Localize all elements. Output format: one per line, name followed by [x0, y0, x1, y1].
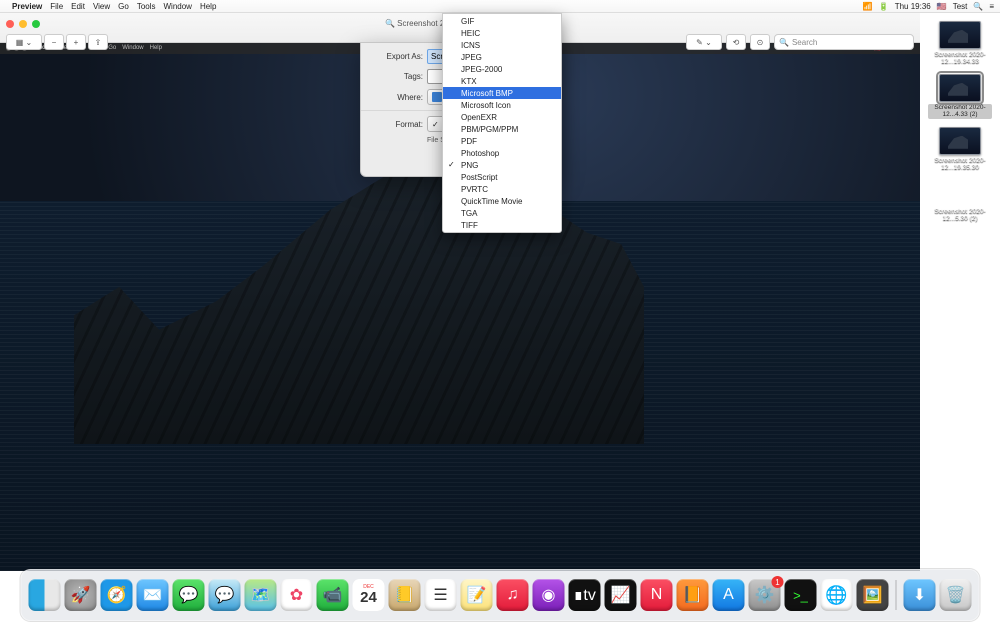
format-option[interactable]: KTX	[443, 75, 561, 87]
menu-view[interactable]: View	[93, 2, 110, 11]
format-option[interactable]: PDF	[443, 135, 561, 147]
format-option[interactable]: ✓PNG	[443, 159, 561, 171]
desktop-icons: Screenshot 2020-12...19.34.33 Screenshot…	[920, 13, 1000, 571]
search-icon: 🔍	[779, 38, 789, 47]
dock-launchpad[interactable]: 🚀	[65, 579, 97, 611]
format-option[interactable]: GIF	[443, 15, 561, 27]
dock-notes[interactable]: 📝	[461, 579, 493, 611]
format-option[interactable]: TGA	[443, 207, 561, 219]
format-label: Format:	[369, 120, 423, 129]
wifi-icon[interactable]: 📶	[863, 2, 873, 11]
battery-icon[interactable]: 🔋	[879, 2, 889, 11]
dock-downloads[interactable]: ⬇︎	[904, 579, 936, 611]
dock-trash[interactable]: 🗑️	[940, 579, 972, 611]
dock-contacts[interactable]: 📒	[389, 579, 421, 611]
toolbar-left: ▦ ⌄ − + ⇪	[6, 34, 108, 50]
dock-music[interactable]: ♫	[497, 579, 529, 611]
desktop-file[interactable]: Screenshot 2020-12...5.30 (2)	[928, 180, 992, 223]
format-option[interactable]: Photoshop	[443, 147, 561, 159]
format-option[interactable]: QuickTime Movie	[443, 195, 561, 207]
rotate-button[interactable]: ⟲	[726, 34, 746, 50]
format-option[interactable]: JPEG-2000	[443, 63, 561, 75]
zoom-out-button[interactable]: −	[44, 34, 64, 50]
preview-thumb-icon	[939, 21, 981, 49]
format-option[interactable]: Microsoft Icon	[443, 99, 561, 111]
toolbar-right: ✎ ⌄ ⟲ ⊙ 🔍 Search	[686, 34, 914, 50]
format-option[interactable]: PostScript	[443, 171, 561, 183]
menu-file[interactable]: File	[50, 2, 63, 11]
format-option[interactable]: HEIC	[443, 27, 561, 39]
dock-facetime[interactable]: 📹	[317, 579, 349, 611]
menubar: Preview File Edit View Go Tools Window H…	[0, 0, 1000, 13]
dock-tv[interactable]: ∎tv	[569, 579, 601, 611]
dock-image[interactable]: 🖼️	[857, 579, 889, 611]
dock-separator	[896, 580, 897, 610]
edit-button[interactable]: ⊙	[750, 34, 770, 50]
control-center-icon[interactable]: ≡	[989, 2, 994, 11]
format-option[interactable]: TIFF	[443, 219, 561, 231]
preview-thumb-icon	[939, 74, 981, 102]
share-button[interactable]: ⇪	[88, 34, 108, 50]
dock-books[interactable]: 📙	[677, 579, 709, 611]
clock[interactable]: Thu 19:36	[895, 2, 931, 11]
dock-podcasts[interactable]: ◉	[533, 579, 565, 611]
dock-finder[interactable]	[29, 579, 61, 611]
format-option[interactable]: PBM/PGM/PPM	[443, 123, 561, 135]
dock-imessage[interactable]: 💬	[209, 579, 241, 611]
tags-label: Tags:	[369, 72, 423, 81]
dock-safari[interactable]: 🧭	[101, 579, 133, 611]
format-option[interactable]: OpenEXR	[443, 111, 561, 123]
dock-mail[interactable]: ✉️	[137, 579, 169, 611]
where-label: Where:	[369, 93, 423, 102]
dock-messages[interactable]: 💬	[173, 579, 205, 611]
menu-window[interactable]: Window	[164, 2, 192, 11]
desktop-file[interactable]: Screenshot 2020-12...19.35.30	[928, 127, 992, 172]
format-option[interactable]: JPEG	[443, 51, 561, 63]
app-name[interactable]: Preview	[12, 2, 42, 11]
dock-appstore[interactable]: A	[713, 579, 745, 611]
dock: 🚀 🧭 ✉️ 💬 💬 🗺️ ✿ 📹 DEC24 📒 ☰ 📝 ♫ ◉ ∎tv 📈 …	[21, 569, 980, 621]
dock-news[interactable]: N	[641, 579, 673, 611]
preview-thumb-icon	[939, 127, 981, 155]
badge-icon: 1	[772, 576, 784, 588]
dock-stocks[interactable]: 📈	[605, 579, 637, 611]
spotlight-icon[interactable]: 🔍	[973, 2, 983, 11]
format-option[interactable]: PVRTC	[443, 183, 561, 195]
flag-icon[interactable]: 🇺🇸	[937, 2, 947, 11]
sidebar-button[interactable]: ▦ ⌄	[6, 34, 42, 50]
menu-go[interactable]: Go	[118, 2, 129, 11]
user-menu[interactable]: Test	[953, 2, 968, 11]
dock-reminders[interactable]: ☰	[425, 579, 457, 611]
dock-photos[interactable]: ✿	[281, 579, 313, 611]
desktop-file[interactable]: Screenshot 2020-12...19.34.33	[928, 21, 992, 66]
menu-edit[interactable]: Edit	[71, 2, 85, 11]
format-option[interactable]: ICNS	[443, 39, 561, 51]
format-dropdown: GIFHEICICNSJPEGJPEG-2000KTXMicrosoft BMP…	[442, 13, 562, 233]
zoom-in-button[interactable]: +	[66, 34, 86, 50]
dock-chrome[interactable]: 🌐	[821, 579, 853, 611]
desktop-file[interactable]: Screenshot 2020-12...4.33 (2)	[928, 74, 992, 119]
folder-icon	[432, 92, 442, 102]
exportas-label: Export As:	[369, 52, 423, 61]
dock-maps[interactable]: 🗺️	[245, 579, 277, 611]
menu-tools[interactable]: Tools	[137, 2, 156, 11]
markup-button[interactable]: ✎ ⌄	[686, 34, 722, 50]
menu-help[interactable]: Help	[200, 2, 216, 11]
dock-calendar[interactable]: DEC24	[353, 579, 385, 611]
search-input[interactable]: 🔍 Search	[774, 34, 914, 50]
dock-sysprefs[interactable]: ⚙️1	[749, 579, 781, 611]
dock-terminal[interactable]: >_	[785, 579, 817, 611]
format-option[interactable]: Microsoft BMP	[443, 87, 561, 99]
preview-thumb-icon	[940, 180, 980, 206]
